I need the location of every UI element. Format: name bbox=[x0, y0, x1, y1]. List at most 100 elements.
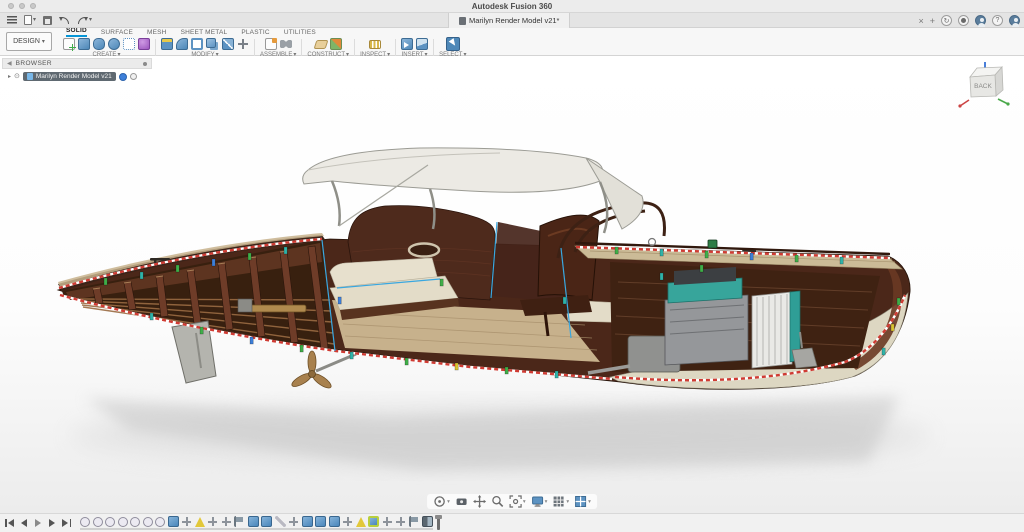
group-select: SELECT▾ bbox=[434, 37, 471, 58]
timeline-feature-move[interactable] bbox=[395, 516, 406, 527]
close-window-button[interactable] bbox=[8, 3, 14, 9]
new-tab-button[interactable]: + bbox=[930, 16, 935, 26]
visibility-eye-icon[interactable]: ⊙ bbox=[14, 73, 20, 80]
revolve-icon[interactable] bbox=[93, 38, 105, 50]
timeline-feature-flag[interactable] bbox=[234, 516, 245, 527]
timeline-feature-solid[interactable] bbox=[329, 516, 340, 527]
collapse-panel-icon[interactable]: ◀ bbox=[7, 60, 12, 67]
tab-utilities[interactable]: UTILITIES bbox=[284, 29, 316, 37]
timeline-feature-warn[interactable] bbox=[195, 517, 205, 527]
timeline-feature-move[interactable] bbox=[207, 516, 218, 527]
notifications-button[interactable] bbox=[958, 15, 969, 26]
display-toggle-icon[interactable] bbox=[130, 73, 137, 80]
timeline-go-to-start-button[interactable] bbox=[5, 518, 15, 528]
maximize-window-button[interactable] bbox=[30, 3, 36, 9]
timeline-feature-sketch[interactable] bbox=[118, 517, 128, 527]
display-settings-button[interactable]: ▾ bbox=[531, 495, 548, 508]
timeline-feature-solid[interactable] bbox=[248, 516, 259, 527]
form-icon[interactable] bbox=[138, 38, 150, 50]
press-pull-icon[interactable] bbox=[161, 38, 173, 50]
split-body-icon[interactable] bbox=[222, 38, 234, 50]
joint-icon[interactable] bbox=[280, 38, 292, 50]
browser-options-icon[interactable] bbox=[143, 62, 147, 66]
timeline-feature-solid[interactable] bbox=[261, 516, 272, 527]
select-icon[interactable] bbox=[446, 37, 460, 51]
timeline-feature-move[interactable] bbox=[342, 516, 353, 527]
view-cube[interactable]: BACK bbox=[958, 60, 1016, 118]
fillet-icon[interactable] bbox=[176, 38, 188, 50]
timeline-feature-pencil[interactable] bbox=[275, 516, 286, 527]
timeline-play-button[interactable] bbox=[33, 518, 43, 528]
tab-sheet-metal[interactable]: SHEET METAL bbox=[181, 29, 228, 37]
minimize-window-button[interactable] bbox=[19, 3, 25, 9]
app-menu-button[interactable] bbox=[7, 16, 17, 24]
tab-mesh[interactable]: MESH bbox=[147, 29, 167, 37]
close-tab-button[interactable]: × bbox=[918, 16, 923, 26]
timeline-feature-move[interactable] bbox=[288, 516, 299, 527]
timeline-feature-sketch[interactable] bbox=[93, 517, 103, 527]
browser-root-item[interactable]: ▸ ⊙ Marilyn Render Model v21 bbox=[2, 72, 152, 81]
job-status-button[interactable]: ↻ bbox=[941, 15, 952, 26]
browser-header[interactable]: ◀ BROWSER bbox=[2, 58, 152, 69]
orbit-button[interactable]: ▾ bbox=[433, 495, 450, 508]
create-sketch-icon[interactable] bbox=[63, 38, 75, 50]
timeline-feature-sketch[interactable] bbox=[80, 517, 90, 527]
document-tab[interactable]: Marilyn Render Model v21* bbox=[448, 13, 570, 28]
extensions-button[interactable] bbox=[975, 15, 986, 26]
shell-icon[interactable] bbox=[191, 38, 203, 50]
measure-icon[interactable] bbox=[369, 40, 381, 49]
workspace-selector[interactable]: DESIGN ▾ bbox=[6, 32, 52, 51]
propeller bbox=[290, 351, 356, 390]
timeline-feature-move[interactable] bbox=[382, 516, 393, 527]
expand-arrow-icon[interactable]: ▸ bbox=[8, 73, 11, 80]
offset-plane-icon[interactable] bbox=[313, 40, 328, 49]
tab-plastic[interactable]: PLASTIC bbox=[241, 29, 270, 37]
timeline-go-to-end-button[interactable] bbox=[61, 518, 71, 528]
timeline-feature-move[interactable] bbox=[181, 516, 192, 527]
toolbar-ribbon: DESIGN ▾ SOLID SURFACE MESH SHEET METAL … bbox=[0, 28, 1024, 56]
tab-surface[interactable]: SURFACE bbox=[101, 29, 133, 37]
profile-avatar[interactable] bbox=[1009, 15, 1020, 26]
viewport-canvas[interactable]: ◀ BROWSER ▸ ⊙ Marilyn Render Model v21 B… bbox=[0, 56, 1024, 513]
timeline-feature-flag[interactable] bbox=[409, 516, 420, 527]
timeline-feature-sketch[interactable] bbox=[130, 517, 140, 527]
move-copy-icon[interactable] bbox=[237, 38, 249, 50]
viewports-button[interactable]: ▾ bbox=[574, 495, 591, 508]
combine-icon[interactable] bbox=[206, 38, 216, 48]
look-at-button[interactable] bbox=[455, 495, 468, 508]
axis-icon[interactable] bbox=[330, 38, 342, 50]
canvas-image-icon[interactable] bbox=[416, 38, 428, 50]
timeline-feature-group[interactable] bbox=[422, 516, 433, 527]
timeline-feature-sketch[interactable] bbox=[105, 517, 115, 527]
insert-derive-icon[interactable] bbox=[401, 38, 413, 50]
grid-and-snaps-button[interactable]: ▾ bbox=[552, 495, 569, 508]
fit-button[interactable]: ▾ bbox=[509, 495, 526, 508]
timeline-feature-solid[interactable] bbox=[315, 516, 326, 527]
pan-button[interactable] bbox=[473, 495, 486, 508]
zoom-button[interactable] bbox=[491, 495, 504, 508]
timeline-feature-sketch[interactable] bbox=[155, 517, 165, 527]
timeline-feature-solid[interactable] bbox=[168, 516, 179, 527]
help-button[interactable]: ? bbox=[992, 15, 1003, 26]
timeline-feature-selected[interactable] bbox=[368, 516, 379, 527]
timeline-feature-warn[interactable] bbox=[356, 517, 366, 527]
timeline-feature-move[interactable] bbox=[221, 516, 232, 527]
extrude-icon[interactable] bbox=[78, 38, 90, 50]
timeline-step-forward-button[interactable] bbox=[47, 518, 57, 528]
document-root-node[interactable]: Marilyn Render Model v21 bbox=[23, 72, 116, 81]
timeline-feature-sketch[interactable] bbox=[143, 517, 153, 527]
save-button[interactable] bbox=[43, 16, 52, 25]
window-controls[interactable] bbox=[8, 3, 36, 9]
timeline-step-back-button[interactable] bbox=[19, 518, 29, 528]
redo-button[interactable]: ▾ bbox=[77, 16, 92, 24]
undo-button[interactable] bbox=[59, 16, 70, 24]
tab-solid[interactable]: SOLID bbox=[66, 27, 87, 37]
sweep-icon[interactable] bbox=[108, 38, 120, 50]
application-bar: ▾ ▾ Marilyn Render Model v21* × + ↻ ? bbox=[0, 13, 1024, 28]
quick-access-toolbar: ▾ ▾ bbox=[0, 15, 92, 25]
new-component-icon[interactable] bbox=[265, 38, 277, 50]
timeline-feature-solid[interactable] bbox=[302, 516, 313, 527]
pattern-icon[interactable] bbox=[123, 38, 135, 50]
file-menu-button[interactable]: ▾ bbox=[24, 15, 36, 25]
timeline-position-marker[interactable] bbox=[437, 517, 440, 530]
